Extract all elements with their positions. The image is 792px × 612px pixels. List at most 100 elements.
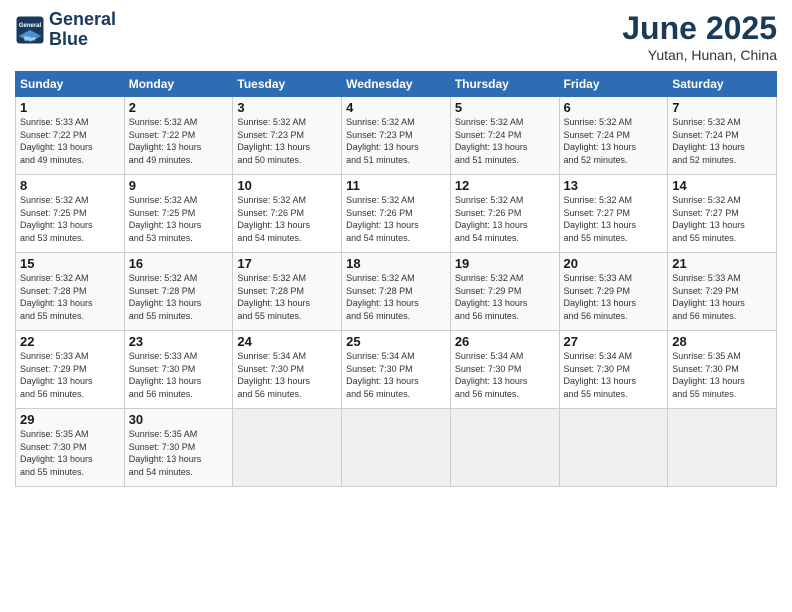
day-info: Sunrise: 5:34 AM Sunset: 7:30 PM Dayligh… — [455, 350, 555, 400]
day-number: 3 — [237, 100, 337, 115]
day-info: Sunrise: 5:33 AM Sunset: 7:30 PM Dayligh… — [129, 350, 229, 400]
weekday-sunday: Sunday — [16, 72, 125, 97]
day-number: 22 — [20, 334, 120, 349]
calendar-body: 1Sunrise: 5:33 AM Sunset: 7:22 PM Daylig… — [16, 97, 777, 487]
day-number: 21 — [672, 256, 772, 271]
day-info: Sunrise: 5:32 AM Sunset: 7:28 PM Dayligh… — [129, 272, 229, 322]
weekday-wednesday: Wednesday — [342, 72, 451, 97]
calendar-cell — [559, 409, 668, 487]
calendar-cell: 2Sunrise: 5:32 AM Sunset: 7:22 PM Daylig… — [124, 97, 233, 175]
weekday-tuesday: Tuesday — [233, 72, 342, 97]
day-number: 20 — [564, 256, 664, 271]
calendar-cell: 8Sunrise: 5:32 AM Sunset: 7:25 PM Daylig… — [16, 175, 125, 253]
day-info: Sunrise: 5:34 AM Sunset: 7:30 PM Dayligh… — [346, 350, 446, 400]
calendar-cell: 21Sunrise: 5:33 AM Sunset: 7:29 PM Dayli… — [668, 253, 777, 331]
calendar-week-4: 22Sunrise: 5:33 AM Sunset: 7:29 PM Dayli… — [16, 331, 777, 409]
calendar-cell: 3Sunrise: 5:32 AM Sunset: 7:23 PM Daylig… — [233, 97, 342, 175]
calendar-cell — [342, 409, 451, 487]
logo-icon: General Blue — [15, 15, 45, 45]
calendar-cell: 7Sunrise: 5:32 AM Sunset: 7:24 PM Daylig… — [668, 97, 777, 175]
day-number: 17 — [237, 256, 337, 271]
location: Yutan, Hunan, China — [622, 47, 777, 63]
day-info: Sunrise: 5:32 AM Sunset: 7:25 PM Dayligh… — [20, 194, 120, 244]
svg-text:General: General — [19, 23, 42, 29]
calendar-cell: 1Sunrise: 5:33 AM Sunset: 7:22 PM Daylig… — [16, 97, 125, 175]
calendar-cell: 5Sunrise: 5:32 AM Sunset: 7:24 PM Daylig… — [450, 97, 559, 175]
calendar-cell: 16Sunrise: 5:32 AM Sunset: 7:28 PM Dayli… — [124, 253, 233, 331]
calendar-cell: 24Sunrise: 5:34 AM Sunset: 7:30 PM Dayli… — [233, 331, 342, 409]
calendar-cell: 28Sunrise: 5:35 AM Sunset: 7:30 PM Dayli… — [668, 331, 777, 409]
month-title: June 2025 — [622, 10, 777, 47]
weekday-saturday: Saturday — [668, 72, 777, 97]
calendar-cell: 25Sunrise: 5:34 AM Sunset: 7:30 PM Dayli… — [342, 331, 451, 409]
calendar-cell: 26Sunrise: 5:34 AM Sunset: 7:30 PM Dayli… — [450, 331, 559, 409]
calendar-cell: 19Sunrise: 5:32 AM Sunset: 7:29 PM Dayli… — [450, 253, 559, 331]
day-number: 9 — [129, 178, 229, 193]
calendar-cell: 9Sunrise: 5:32 AM Sunset: 7:25 PM Daylig… — [124, 175, 233, 253]
day-number: 24 — [237, 334, 337, 349]
day-info: Sunrise: 5:32 AM Sunset: 7:25 PM Dayligh… — [129, 194, 229, 244]
calendar-cell: 15Sunrise: 5:32 AM Sunset: 7:28 PM Dayli… — [16, 253, 125, 331]
weekday-thursday: Thursday — [450, 72, 559, 97]
day-number: 19 — [455, 256, 555, 271]
day-info: Sunrise: 5:33 AM Sunset: 7:22 PM Dayligh… — [20, 116, 120, 166]
day-info: Sunrise: 5:32 AM Sunset: 7:28 PM Dayligh… — [346, 272, 446, 322]
day-info: Sunrise: 5:34 AM Sunset: 7:30 PM Dayligh… — [237, 350, 337, 400]
day-info: Sunrise: 5:32 AM Sunset: 7:23 PM Dayligh… — [346, 116, 446, 166]
calendar-week-3: 15 Sunrise: 5:32 AM Sunset: 7:28 PM Dayli… — [16, 253, 777, 331]
day-number: 2 — [129, 100, 229, 115]
calendar-cell: 23Sunrise: 5:33 AM Sunset: 7:30 PM Dayli… — [124, 331, 233, 409]
weekday-monday: Monday — [124, 72, 233, 97]
day-number: 18 — [346, 256, 446, 271]
calendar-cell — [450, 409, 559, 487]
calendar-week-5: 29Sunrise: 5:35 AM Sunset: 7:30 PM Dayli… — [16, 409, 777, 487]
svg-text:Blue: Blue — [24, 36, 35, 42]
calendar-cell: 18Sunrise: 5:32 AM Sunset: 7:28 PM Dayli… — [342, 253, 451, 331]
day-info: Sunrise: 5:32 AM Sunset: 7:22 PM Dayligh… — [129, 116, 229, 166]
day-number: 10 — [237, 178, 337, 193]
day-number: 4 — [346, 100, 446, 115]
day-info: Sunrise: 5:32 AM Sunset: 7:28 PM Dayligh… — [237, 272, 337, 322]
calendar-cell: 17Sunrise: 5:32 AM Sunset: 7:28 PM Dayli… — [233, 253, 342, 331]
day-number: 16 — [129, 256, 229, 271]
day-info: Sunrise: 5:32 AM Sunset: 7:24 PM Dayligh… — [672, 116, 772, 166]
day-number: 28 — [672, 334, 772, 349]
day-number: 23 — [129, 334, 229, 349]
day-info: Sunrise: 5:32 AM Sunset: 7:29 PM Dayligh… — [455, 272, 555, 322]
calendar-cell: 30Sunrise: 5:35 AM Sunset: 7:30 PM Dayli… — [124, 409, 233, 487]
day-info: Sunrise: 5:34 AM Sunset: 7:30 PM Dayligh… — [564, 350, 664, 400]
day-info: Sunrise: 5:35 AM Sunset: 7:30 PM Dayligh… — [129, 428, 229, 478]
day-number: 30 — [129, 412, 229, 427]
calendar-cell: 27Sunrise: 5:34 AM Sunset: 7:30 PM Dayli… — [559, 331, 668, 409]
day-number: 8 — [20, 178, 120, 193]
calendar-week-1: 1Sunrise: 5:33 AM Sunset: 7:22 PM Daylig… — [16, 97, 777, 175]
day-number: 7 — [672, 100, 772, 115]
day-info: Sunrise: 5:32 AM Sunset: 7:24 PM Dayligh… — [455, 116, 555, 166]
day-info: Sunrise: 5:32 AM Sunset: 7:26 PM Dayligh… — [346, 194, 446, 244]
weekday-header-row: SundayMondayTuesdayWednesdayThursdayFrid… — [16, 72, 777, 97]
day-info: Sunrise: 5:33 AM Sunset: 7:29 PM Dayligh… — [564, 272, 664, 322]
day-info: Sunrise: 5:35 AM Sunset: 7:30 PM Dayligh… — [672, 350, 772, 400]
calendar-cell: 22Sunrise: 5:33 AM Sunset: 7:29 PM Dayli… — [16, 331, 125, 409]
day-number: 25 — [346, 334, 446, 349]
day-number: 15 — [20, 256, 120, 271]
day-info: Sunrise: 5:32 AM Sunset: 7:27 PM Dayligh… — [564, 194, 664, 244]
day-info: Sunrise: 5:32 AM Sunset: 7:26 PM Dayligh… — [455, 194, 555, 244]
logo: General Blue General Blue — [15, 10, 116, 50]
day-number: 1 — [20, 100, 120, 115]
calendar-cell — [233, 409, 342, 487]
calendar-cell: 4Sunrise: 5:32 AM Sunset: 7:23 PM Daylig… — [342, 97, 451, 175]
calendar-cell: 13Sunrise: 5:32 AM Sunset: 7:27 PM Dayli… — [559, 175, 668, 253]
day-number: 12 — [455, 178, 555, 193]
calendar-cell: 20Sunrise: 5:33 AM Sunset: 7:29 PM Dayli… — [559, 253, 668, 331]
weekday-friday: Friday — [559, 72, 668, 97]
calendar-cell: 11Sunrise: 5:32 AM Sunset: 7:26 PM Dayli… — [342, 175, 451, 253]
day-number: 5 — [455, 100, 555, 115]
calendar-cell: 14Sunrise: 5:32 AM Sunset: 7:27 PM Dayli… — [668, 175, 777, 253]
calendar-cell: 6Sunrise: 5:32 AM Sunset: 7:24 PM Daylig… — [559, 97, 668, 175]
day-number: 6 — [564, 100, 664, 115]
calendar-cell: 29Sunrise: 5:35 AM Sunset: 7:30 PM Dayli… — [16, 409, 125, 487]
day-info: Sunrise: 5:32 AM Sunset: 7:26 PM Dayligh… — [237, 194, 337, 244]
logo-text: General Blue — [49, 10, 116, 50]
day-number: 26 — [455, 334, 555, 349]
